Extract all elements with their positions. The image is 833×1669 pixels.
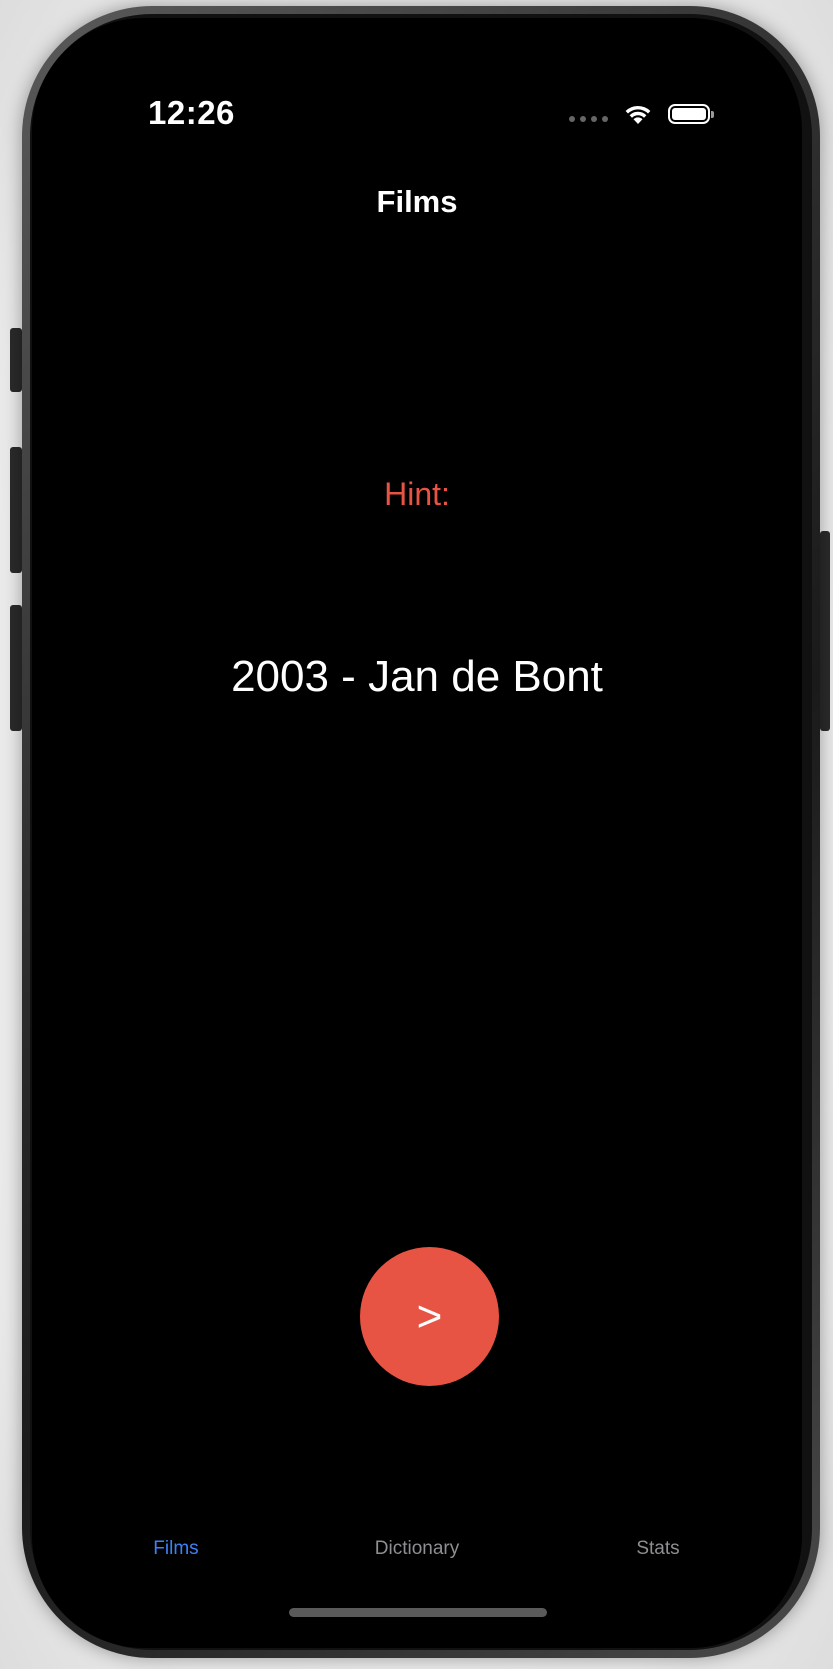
next-button[interactable]: > (360, 1247, 499, 1386)
device-stage: 12:26 Films Hint: 2003 - Jan de Bont > F… (0, 0, 833, 1669)
hint-text: 2003 - Jan de Bont (231, 652, 603, 701)
tab-dictionary[interactable]: Dictionary (317, 1538, 517, 1560)
cellular-signal-icon (569, 116, 608, 122)
silent-switch (10, 328, 22, 392)
status-icons (569, 102, 714, 126)
volume-down-button (10, 605, 22, 731)
status-time: 12:26 (148, 94, 235, 131)
battery-level (672, 108, 706, 120)
tab-films[interactable]: Films (76, 1538, 276, 1560)
app-screen: 12:26 Films Hint: 2003 - Jan de Bont > F… (32, 18, 802, 1648)
volume-up-button (10, 447, 22, 573)
tab-bar: Films Dictionary Stats (32, 1538, 802, 1588)
wifi-icon (625, 105, 651, 124)
tab-stats[interactable]: Stats (558, 1538, 758, 1560)
power-button (820, 531, 830, 731)
hint-label: Hint: (384, 476, 450, 512)
battery-icon (668, 104, 714, 124)
page-title: Films (376, 184, 458, 219)
home-indicator[interactable] (289, 1608, 547, 1617)
